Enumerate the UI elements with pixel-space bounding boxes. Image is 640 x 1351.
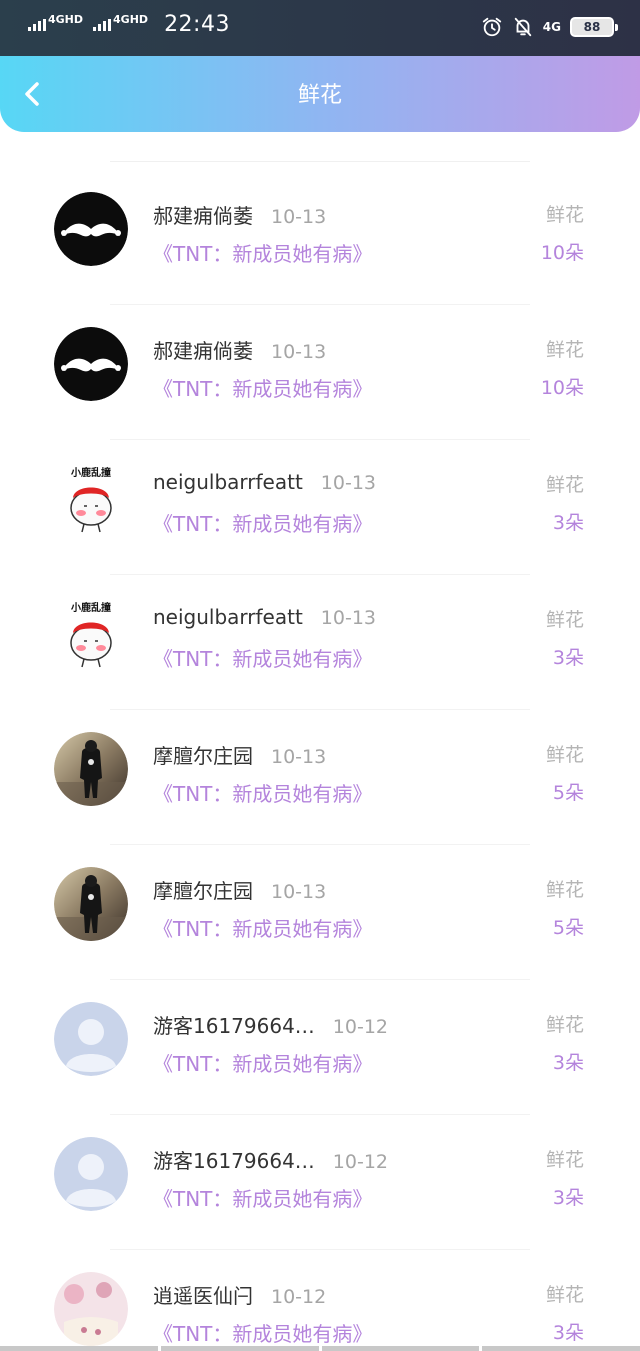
gift-date: 10-13 bbox=[271, 746, 327, 768]
work-title-link[interactable]: 《TNT：新成员她有病》 bbox=[153, 778, 372, 807]
user-name: 逍遥医仙闩 bbox=[153, 1284, 253, 1308]
user-name: 郝建痈倘萎 bbox=[153, 204, 253, 228]
gift-record-row[interactable]: 郝建痈倘萎 10-13 《TNT：新成员她有病》 鲜花 10朵 bbox=[0, 170, 640, 305]
user-name: neigulbarrfeatt bbox=[153, 605, 303, 629]
gift-record-row[interactable]: 小鹿乱撞 neigulbarrfeatt 10-13 《TNT：新成员她有病》 鲜花 3朵 bbox=[0, 440, 640, 575]
gift-record-row[interactable]: 逍遥医仙闩 10-12 《TNT：新成员她有病》 鲜花 3朵 bbox=[0, 1250, 640, 1351]
gift-type: 鲜花 bbox=[545, 204, 584, 226]
work-title-link[interactable]: 《TNT：新成员她有病》 bbox=[153, 643, 372, 672]
gift-type: 鲜花 bbox=[545, 1149, 584, 1171]
user-avatar[interactable] bbox=[54, 327, 128, 401]
signal-indicator-1: 4GHD bbox=[28, 14, 83, 31]
work-title-link[interactable]: 《TNT：新成员她有病》 bbox=[153, 373, 372, 402]
signal-bars-icon bbox=[28, 18, 46, 31]
gift-count: 3朵 bbox=[552, 647, 584, 669]
mute-bell-icon bbox=[514, 17, 532, 37]
alarm-icon bbox=[482, 17, 501, 37]
user-avatar[interactable]: 小鹿乱撞 bbox=[54, 597, 128, 671]
svg-text:小鹿乱撞: 小鹿乱撞 bbox=[70, 601, 111, 614]
signal-indicator-2: 4GHD bbox=[93, 14, 148, 31]
gift-record-row[interactable]: 游客16179664… 10-12 《TNT：新成员她有病》 鲜花 3朵 bbox=[0, 1115, 640, 1250]
gift-type: 鲜花 bbox=[545, 1284, 584, 1306]
battery-level: 88 bbox=[583, 20, 601, 34]
gift-date: 10-13 bbox=[271, 881, 327, 903]
status-bar: 4GHD 4GHD 22:43 4G 88 bbox=[0, 0, 640, 56]
gift-type: 鲜花 bbox=[545, 744, 584, 766]
gift-record-row[interactable]: 小鹿乱撞 neigulbarrfeatt 10-13 《TNT：新成员她有病》 鲜花 3朵 bbox=[0, 575, 640, 710]
battery-icon: 88 bbox=[570, 17, 618, 37]
work-title-link[interactable]: 《TNT：新成员她有病》 bbox=[153, 1318, 372, 1347]
user-name: 摩膻尔庄园 bbox=[153, 744, 253, 768]
gift-date: 10-13 bbox=[271, 206, 327, 228]
gift-date: 10-12 bbox=[332, 1016, 389, 1038]
gift-count: 10朵 bbox=[540, 377, 584, 399]
network-label: 4GHD bbox=[113, 12, 149, 26]
user-name: 郝建痈倘萎 bbox=[153, 339, 253, 363]
work-title-link[interactable]: 《TNT：新成员她有病》 bbox=[153, 1183, 372, 1212]
user-avatar[interactable] bbox=[54, 867, 128, 941]
gift-date: 10-13 bbox=[271, 341, 327, 363]
work-title-link[interactable]: 《TNT：新成员她有病》 bbox=[153, 508, 372, 537]
bottom-scroll-strip bbox=[0, 1346, 640, 1351]
gift-date: 10-13 bbox=[320, 472, 377, 494]
svg-text:小鹿乱撞: 小鹿乱撞 bbox=[70, 466, 111, 479]
gift-count: 3朵 bbox=[552, 1322, 584, 1344]
network-4g-label: 4G bbox=[542, 20, 561, 34]
user-name: 游客16179664… bbox=[153, 1014, 315, 1038]
gift-record-row[interactable]: 郝建痈倘萎 10-13 《TNT：新成员她有病》 鲜花 10朵 bbox=[0, 305, 640, 440]
work-title-link[interactable]: 《TNT：新成员她有病》 bbox=[153, 1048, 372, 1077]
clock: 22:43 bbox=[164, 12, 230, 37]
work-title-link[interactable]: 《TNT：新成员她有病》 bbox=[153, 913, 372, 942]
gift-type: 鲜花 bbox=[545, 474, 584, 496]
gift-type: 鲜花 bbox=[545, 879, 584, 901]
network-label: 4GHD bbox=[48, 12, 84, 26]
gift-count: 5朵 bbox=[552, 782, 584, 804]
list-divider bbox=[110, 161, 530, 162]
work-title-link[interactable]: 《TNT：新成员她有病》 bbox=[153, 238, 372, 267]
user-avatar[interactable] bbox=[54, 1002, 128, 1076]
gift-date: 10-12 bbox=[271, 1286, 327, 1308]
user-avatar[interactable] bbox=[54, 1272, 128, 1346]
gift-type: 鲜花 bbox=[545, 609, 584, 631]
gift-count: 5朵 bbox=[552, 917, 584, 939]
header-bar: 4GHD 4GHD 22:43 4G 88 鲜花 bbox=[0, 0, 640, 132]
gift-count: 3朵 bbox=[552, 1052, 584, 1074]
gift-count: 3朵 bbox=[552, 512, 584, 534]
gift-date: 10-13 bbox=[320, 607, 377, 629]
user-name: 游客16179664… bbox=[153, 1149, 315, 1173]
user-avatar[interactable]: 小鹿乱撞 bbox=[54, 462, 128, 536]
gift-record-row[interactable]: 摩膻尔庄园 10-13 《TNT：新成员她有病》 鲜花 5朵 bbox=[0, 845, 640, 980]
gift-type: 鲜花 bbox=[545, 1014, 584, 1036]
gift-count: 10朵 bbox=[540, 242, 584, 264]
user-name: 摩膻尔庄园 bbox=[153, 879, 253, 903]
gift-date: 10-12 bbox=[332, 1151, 389, 1173]
page-title: 鲜花 bbox=[297, 83, 342, 108]
gift-record-row[interactable]: 摩膻尔庄园 10-13 《TNT：新成员她有病》 鲜花 5朵 bbox=[0, 710, 640, 845]
user-name: neigulbarrfeatt bbox=[153, 470, 303, 494]
user-avatar[interactable] bbox=[54, 732, 128, 806]
gift-record-row[interactable]: 游客16179664… 10-12 《TNT：新成员她有病》 鲜花 3朵 bbox=[0, 980, 640, 1115]
gift-type: 鲜花 bbox=[545, 339, 584, 361]
user-avatar[interactable] bbox=[54, 192, 128, 266]
user-avatar[interactable] bbox=[54, 1137, 128, 1211]
signal-bars-icon bbox=[93, 18, 112, 31]
gift-count: 3朵 bbox=[552, 1187, 584, 1209]
